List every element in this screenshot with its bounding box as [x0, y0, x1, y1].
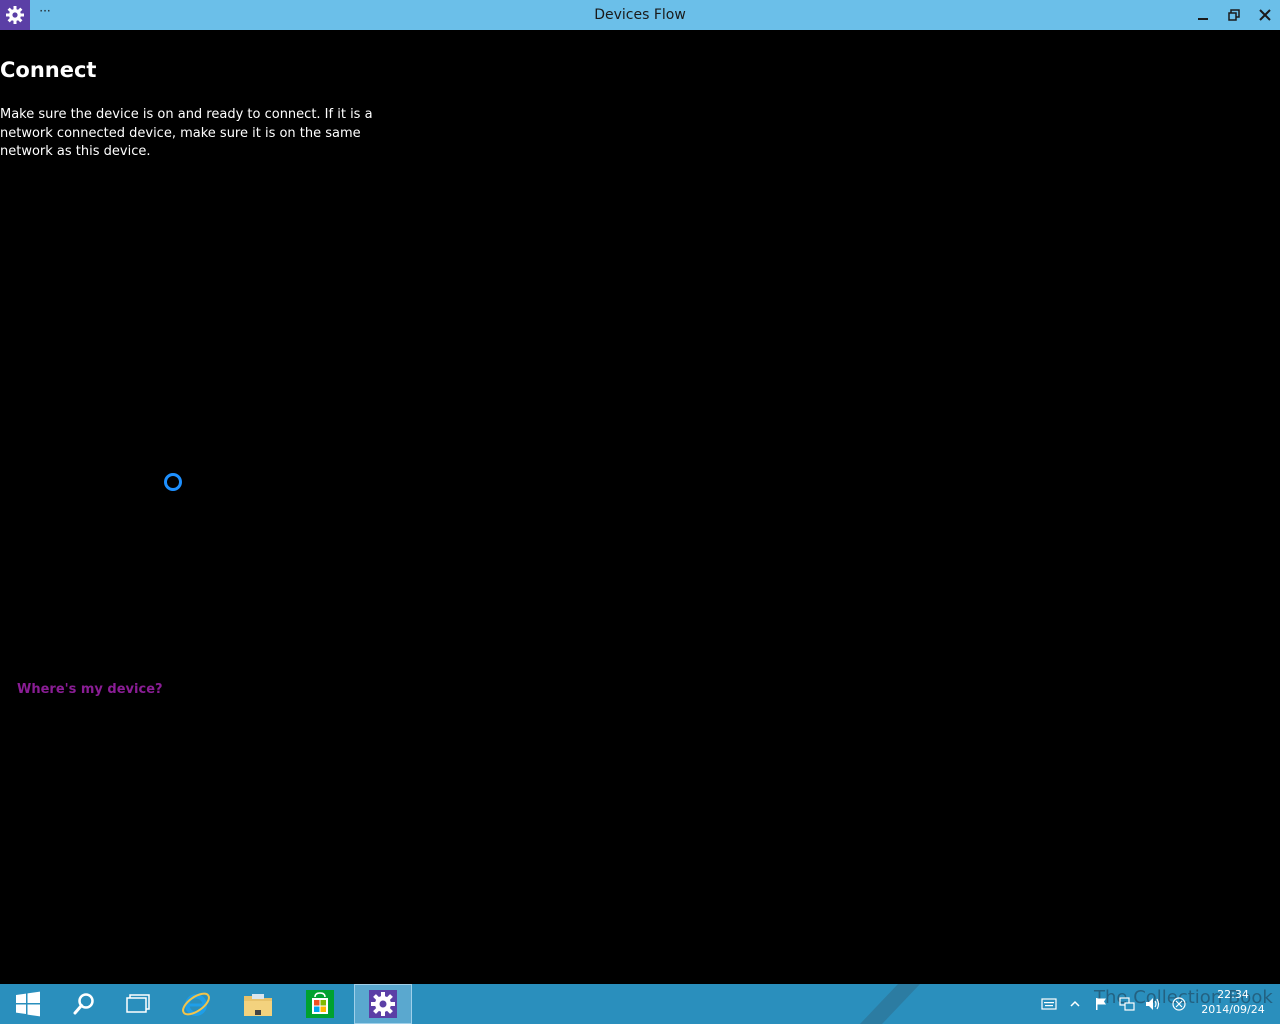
window-title: Devices Flow [594, 7, 686, 23]
file-explorer-button[interactable] [230, 984, 286, 1024]
gear-icon[interactable] [0, 0, 30, 30]
settings-taskbar-button[interactable] [354, 984, 412, 1024]
flag-icon[interactable] [1092, 995, 1110, 1013]
ie-icon [182, 992, 210, 1016]
store-button[interactable] [292, 984, 348, 1024]
search-icon [73, 993, 94, 1015]
clock-date: 2014/09/24 [1201, 1003, 1265, 1016]
page-title: Connect [0, 58, 97, 82]
connect-description: Make sure the device is on and ready to … [0, 107, 373, 159]
start-button[interactable] [0, 984, 56, 1024]
keyboard-icon[interactable] [1040, 995, 1058, 1013]
app-menu-button[interactable]: ··· [38, 5, 52, 20]
task-view-button[interactable] [110, 984, 166, 1024]
folder-icon [244, 994, 272, 1016]
title-bar[interactable]: ··· Devices Flow [0, 0, 1280, 30]
restore-button[interactable] [1219, 0, 1249, 30]
clock-time: 22:34 [1217, 988, 1249, 1001]
wheres-my-device-link[interactable]: Where's my device? [17, 682, 163, 697]
restore-icon [1228, 9, 1240, 21]
devices-flow-window: ··· Devices Flow Connect Make sure the d… [0, 0, 1280, 984]
volume-icon[interactable] [1144, 995, 1162, 1013]
network-icon[interactable] [1118, 995, 1136, 1013]
gear-icon [369, 990, 397, 1018]
minimize-icon [1198, 18, 1208, 20]
task-view-icon [126, 994, 150, 1013]
store-icon [306, 990, 334, 1018]
internet-explorer-button[interactable] [168, 984, 224, 1024]
close-icon [1259, 9, 1271, 21]
taskbar-stripe-decoration [860, 984, 920, 1024]
search-button[interactable] [56, 984, 112, 1024]
close-button[interactable] [1250, 0, 1280, 30]
windows-logo-icon [16, 991, 40, 1017]
system-tray [1040, 990, 1188, 1018]
minimize-button[interactable] [1188, 0, 1218, 30]
action-center-icon[interactable] [1170, 995, 1188, 1013]
loading-spinner-icon [164, 473, 182, 491]
taskbar-clock[interactable]: 22:34 2014/09/24 [1198, 988, 1268, 1018]
chevron-up-icon[interactable] [1066, 995, 1084, 1013]
